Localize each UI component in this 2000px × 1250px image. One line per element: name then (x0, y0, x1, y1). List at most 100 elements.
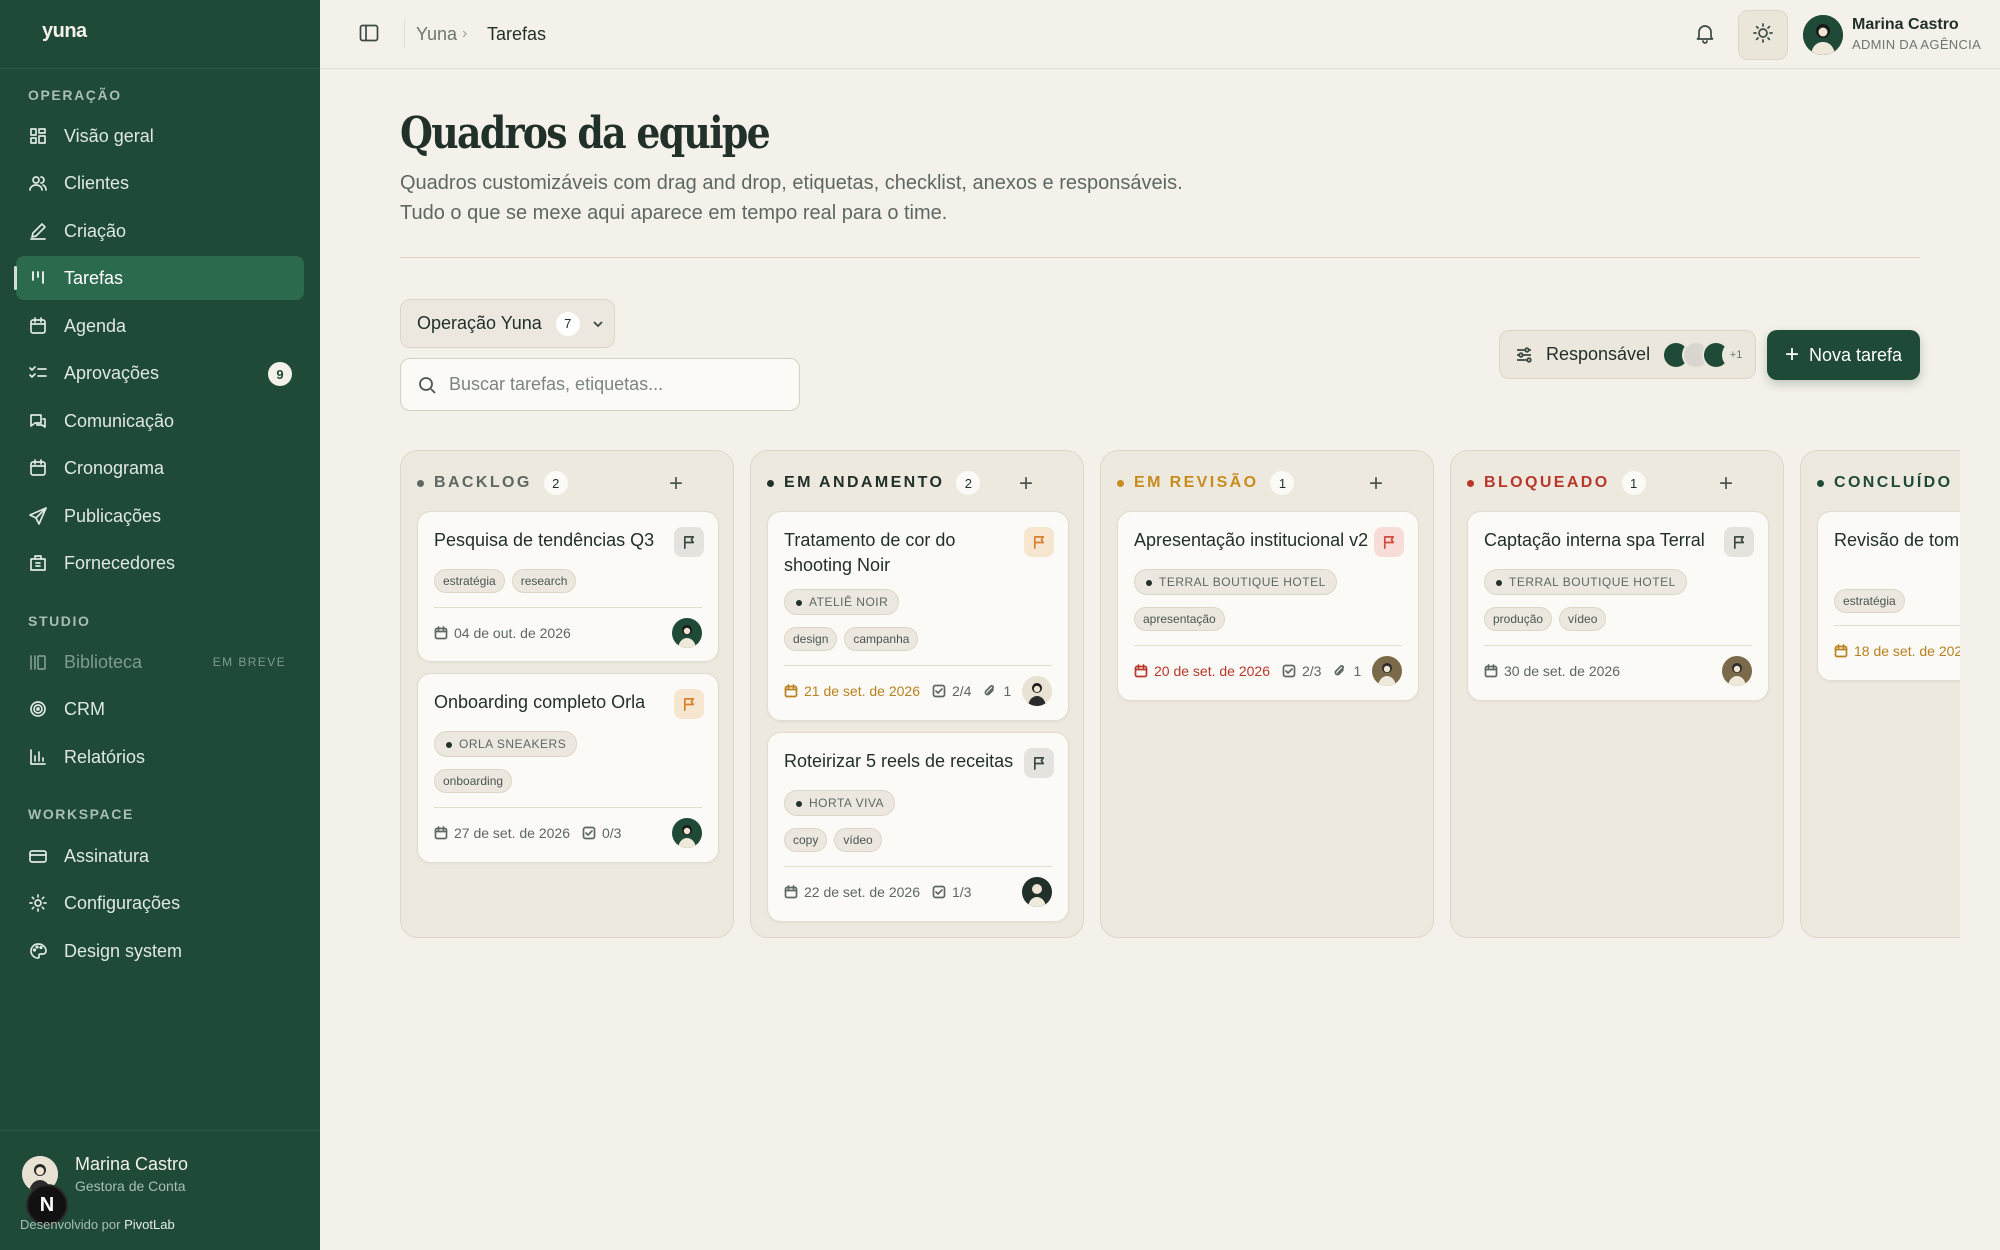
page-title: Quadros da equipe (400, 108, 771, 159)
palette-icon (28, 941, 48, 961)
task-card[interactable]: Pesquisa de tendências Q3 estratégia res… (417, 511, 719, 662)
flag-icon[interactable] (1024, 748, 1054, 778)
avatar[interactable] (672, 618, 702, 648)
sidebar-item-publicacoes[interactable]: Publicações (16, 494, 304, 538)
divider (404, 20, 405, 48)
card-title: Pesquisa de tendências Q3 (434, 530, 655, 550)
client-tag[interactable]: ATELIÊ NOIR (784, 589, 900, 615)
status-dot (1117, 479, 1124, 487)
status-dot (1467, 479, 1474, 487)
card-meta: 21 de set. de 2026 2/4 1 (784, 683, 1011, 699)
sidebar-item-label: CRM (64, 698, 105, 719)
column-title: EM REVISÃO (1134, 474, 1259, 491)
add-card-button[interactable]: + (669, 470, 683, 498)
checklist-icon (28, 363, 48, 383)
users-icon (28, 173, 48, 193)
column-count-badge: 1 (1621, 471, 1646, 495)
send-icon (28, 506, 48, 526)
avatar[interactable] (672, 818, 702, 848)
avatar[interactable] (1372, 656, 1402, 686)
client-tag[interactable]: ORLA SNEAKERS (434, 731, 578, 757)
new-task-button[interactable]: + Nova tarefa (1767, 330, 1920, 380)
sidebar-item-criacao[interactable]: Criação (16, 209, 304, 253)
divider (1134, 645, 1402, 646)
card-meta: 30 de set. de 2026 (1484, 663, 1620, 679)
theme-toggle-button[interactable] (1738, 10, 1788, 60)
column-count-badge: 1 (1270, 471, 1295, 495)
client-tag[interactable]: TERRAL BOUTIQUE HOTEL (1134, 569, 1337, 595)
sidebar-item-relatorios[interactable]: Relatórios (16, 735, 304, 779)
search-input[interactable] (449, 374, 779, 395)
calendar-icon (1484, 664, 1498, 678)
search-field[interactable] (400, 358, 800, 411)
tag: estratégia (1834, 589, 1905, 613)
tag: copy (784, 828, 828, 852)
flag-icon[interactable] (674, 527, 704, 557)
due-date: 27 de set. de 2026 (434, 825, 570, 841)
bell-icon[interactable] (1694, 22, 1718, 46)
tag: estratégia (434, 569, 505, 593)
sidebar-item-visao-geral[interactable]: Visão geral (16, 114, 304, 158)
sidebar-item-crm[interactable]: CRM (16, 687, 304, 731)
divider (784, 665, 1052, 666)
sidebar-item-assinatura[interactable]: Assinatura (16, 834, 304, 878)
sidebar-item-fornecedores[interactable]: Fornecedores (16, 541, 304, 585)
building-icon (28, 553, 48, 573)
bar-chart-icon (28, 747, 48, 767)
add-card-button[interactable]: + (1019, 470, 1033, 498)
sidebar-item-label: Configurações (64, 892, 181, 913)
tag-list: estratégia research (434, 569, 577, 593)
calendar-icon (784, 885, 798, 899)
more-assignees-count: +1 (1722, 340, 1751, 369)
sidebar-item-aprovacoes[interactable]: Aprovações 9 (16, 351, 304, 395)
flag-icon[interactable] (1024, 527, 1054, 557)
paperclip-icon (1335, 665, 1345, 676)
task-card[interactable]: Revisão de tom de carteira estratégia 18… (1817, 511, 1960, 681)
flag-icon[interactable] (1374, 527, 1404, 557)
tag-list: produção vídeo (1484, 607, 1607, 631)
page-description: Quadros customizáveis com drag and drop,… (400, 172, 1183, 224)
tag-list: apresentação (1134, 607, 1225, 631)
checklist-count: 0/3 (582, 825, 621, 841)
due-date: 18 de set. de 2026 (1834, 643, 1960, 659)
sidebar: yuna OPERAÇÃO STUDIO WORKSPACE Visão ger… (0, 0, 320, 1250)
tag: produção (1484, 607, 1553, 631)
app-logo[interactable]: yuna (42, 20, 87, 43)
sidebar-item-tarefas[interactable]: Tarefas (14, 256, 304, 300)
sun-icon (1752, 22, 1774, 49)
client-tag[interactable]: HORTA VIVA (784, 790, 896, 816)
avatar[interactable] (1022, 676, 1052, 706)
profile-name: Marina Castro (75, 1154, 189, 1174)
tag: design (784, 627, 838, 651)
sidebar-item-agenda[interactable]: Agenda (16, 304, 304, 348)
tag: vídeo (834, 828, 882, 852)
client-tag[interactable]: TERRAL BOUTIQUE HOTEL (1484, 569, 1687, 595)
chevron-right-icon: › (462, 25, 468, 42)
add-card-button[interactable]: + (1719, 470, 1733, 498)
sidebar-item-cronograma[interactable]: Cronograma (16, 446, 304, 490)
calendar-icon (434, 826, 448, 840)
tag-list: estratégia (1834, 589, 1905, 613)
avatar[interactable] (1722, 656, 1752, 686)
task-card[interactable]: Apresentação institucional v2 TERRAL BOU… (1117, 511, 1419, 701)
task-card[interactable]: Captação interna spa Terral TERRAL BOUTI… (1467, 511, 1769, 701)
sidebar-toggle-icon[interactable] (358, 22, 382, 46)
avatar[interactable] (1803, 15, 1843, 55)
add-card-button[interactable]: + (1369, 470, 1383, 498)
chevron-down-icon (590, 316, 606, 332)
task-card[interactable]: Roteirizar 5 reels de receitas HORTA VIV… (767, 732, 1069, 922)
sidebar-item-configuracoes[interactable]: Configurações (16, 881, 304, 925)
task-card[interactable]: Tratamento de cor do shooting Noir ATELI… (767, 511, 1069, 721)
flag-icon[interactable] (1724, 527, 1754, 557)
breadcrumb-root[interactable]: Yuna (416, 24, 457, 45)
task-card[interactable]: Onboarding completo Orla ORLA SNEAKERS o… (417, 673, 719, 863)
avatar[interactable] (1022, 877, 1052, 907)
sidebar-item-label: Biblioteca (64, 651, 143, 672)
sidebar-item-design-system[interactable]: Design system (16, 929, 304, 973)
board-select[interactable]: Operação Yuna 7 (400, 299, 615, 348)
sidebar-item-label: Aprovações (64, 362, 160, 383)
flag-icon[interactable] (674, 689, 704, 719)
assignee-filter-button[interactable]: Responsável +1 (1499, 330, 1756, 379)
sidebar-item-clientes[interactable]: Clientes (16, 161, 304, 205)
sidebar-item-comunicacao[interactable]: Comunicação (16, 399, 304, 443)
